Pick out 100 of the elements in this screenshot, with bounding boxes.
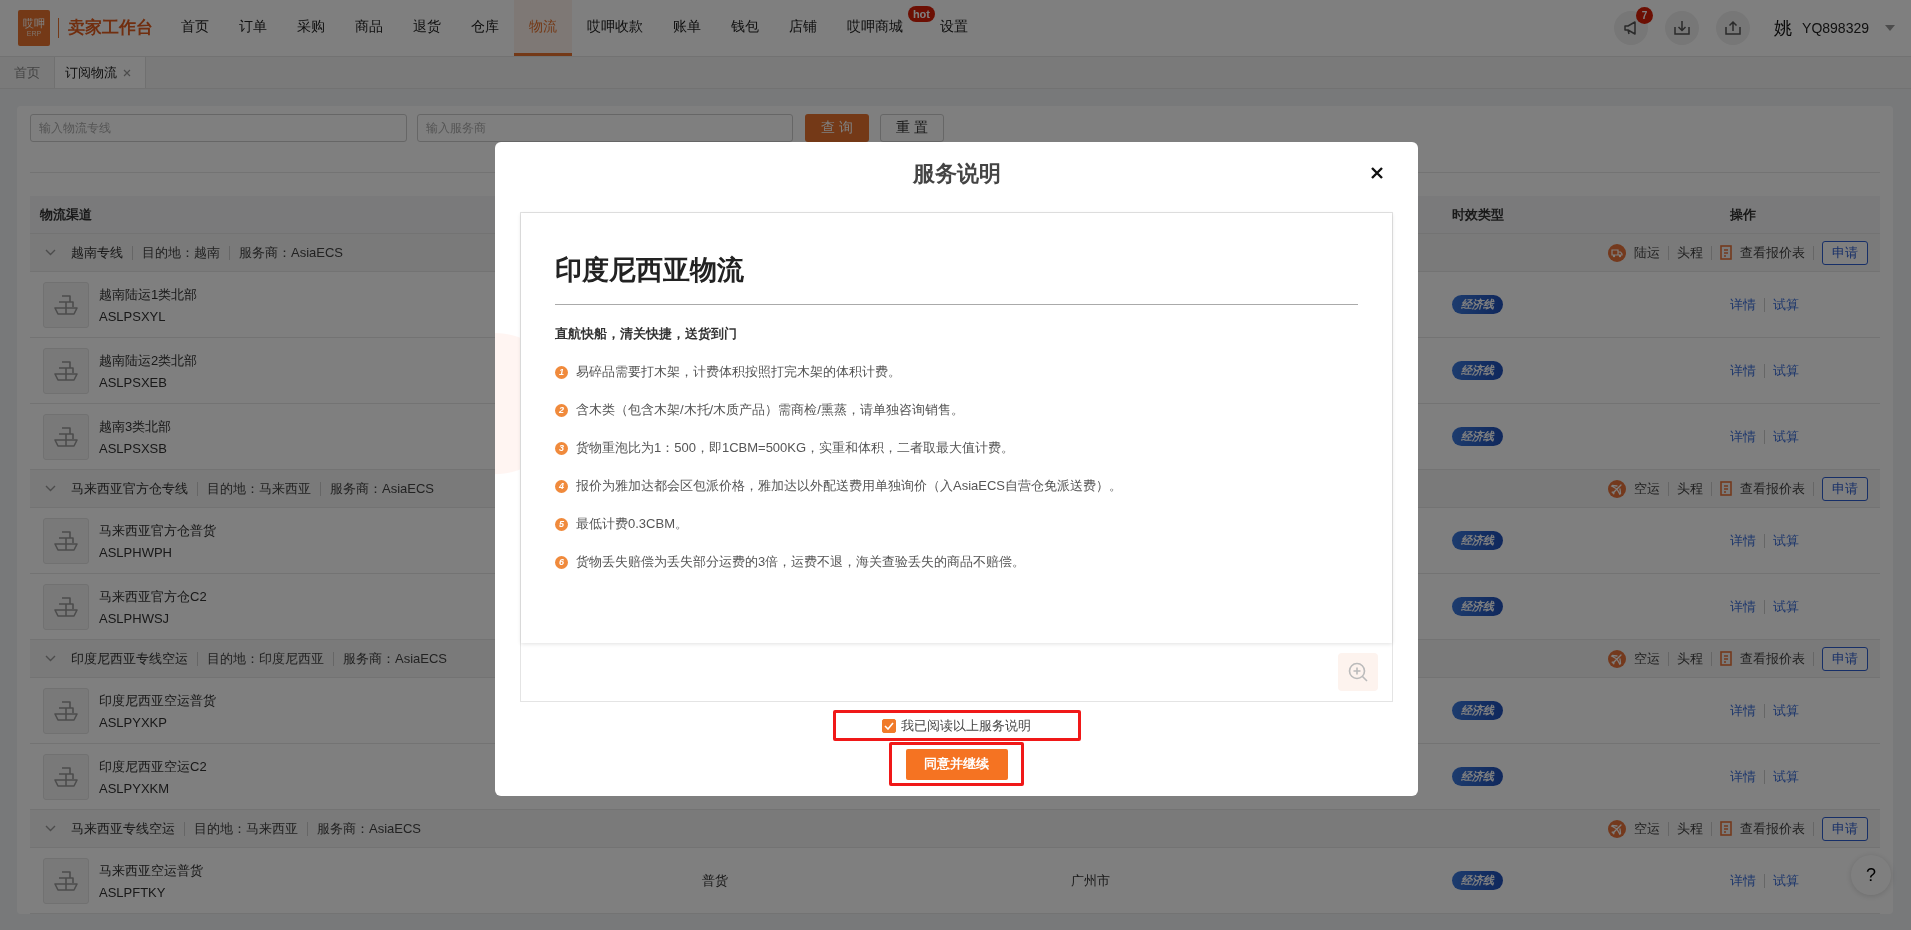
destination-label: 目的地：印度尼西亚 xyxy=(207,649,324,668)
action-link[interactable]: 详情 xyxy=(1730,295,1756,314)
channel-name: 印度尼西亚空运C2 xyxy=(99,757,207,776)
nav-tab[interactable]: 物流 xyxy=(514,0,572,56)
channel-code: ASLPYXKP xyxy=(99,714,168,730)
apply-button[interactable]: 申请 xyxy=(1822,646,1868,671)
action-link[interactable]: 试算 xyxy=(1773,597,1799,616)
nav-tab[interactable]: 哎呷收款 xyxy=(572,0,658,56)
channel-name: 马来西亚空运普货 xyxy=(99,861,203,880)
quote-link[interactable]: 查看报价表 xyxy=(1740,479,1805,498)
document-text: 易碎品需要打木架，计费体积按照打完木架的体积计费。 xyxy=(576,363,901,382)
economy-badge: 经济线 xyxy=(1452,295,1503,314)
notification-button[interactable] xyxy=(1614,11,1649,45)
document-text: 货物重泡比为1：500，即1CBM=500KG，实重和体积，二者取最大值计费。 xyxy=(576,439,1015,458)
action-link[interactable]: 详情 xyxy=(1730,597,1756,616)
chevron-icon[interactable] xyxy=(45,249,56,256)
action-link[interactable]: 详情 xyxy=(1730,531,1756,550)
document-icon xyxy=(1720,245,1732,260)
chevron-icon[interactable] xyxy=(45,655,56,662)
transport-label: 空运 xyxy=(1634,649,1660,668)
action-link[interactable]: 试算 xyxy=(1773,427,1799,446)
nav-tab[interactable]: 采购 xyxy=(282,0,340,56)
chevron-icon[interactable] xyxy=(45,825,56,832)
document-heading: 印度尼西亚物流 xyxy=(555,254,745,287)
number-badge: 5 xyxy=(555,517,568,531)
confirm-button[interactable]: 同意并继续 xyxy=(905,748,1008,780)
document-icon xyxy=(1720,821,1732,836)
airplane-icon xyxy=(1608,819,1626,838)
economy-badge: 经济线 xyxy=(1452,871,1503,890)
channel-code: ASLPHWPH xyxy=(99,544,173,560)
action-link[interactable]: 试算 xyxy=(1773,767,1799,786)
channel-code: ASLPYXKM xyxy=(99,780,171,796)
zoom-in-icon[interactable] xyxy=(1338,653,1378,691)
action-link[interactable]: 试算 xyxy=(1773,361,1799,380)
upload-button[interactable] xyxy=(1716,11,1751,45)
channel-name: 越南3类北部 xyxy=(99,417,172,436)
chevron-icon[interactable] xyxy=(45,485,56,492)
document-icon xyxy=(1720,651,1732,666)
dialog-title: 服务说明 xyxy=(912,160,1001,188)
nav-tab[interactable]: 商品 xyxy=(340,0,398,56)
reset-button[interactable]: 重 置 xyxy=(880,114,944,142)
economy-badge: 经济线 xyxy=(1452,767,1503,786)
number-badge: 3 xyxy=(555,441,568,455)
action-link[interactable]: 详情 xyxy=(1730,767,1756,786)
action-link[interactable]: 试算 xyxy=(1773,531,1799,550)
user-avatar[interactable]: 姚 xyxy=(1774,16,1793,40)
action-link[interactable]: 试算 xyxy=(1773,295,1799,314)
number-badge: 6 xyxy=(555,555,568,569)
action-link[interactable]: 详情 xyxy=(1730,361,1756,380)
leg-label: 头程 xyxy=(1677,819,1703,838)
quote-link[interactable]: 查看报价表 xyxy=(1740,649,1805,668)
document-tagline: 直航快船，清关快捷，送货到门 xyxy=(555,325,738,344)
nav-tab[interactable]: 退货 xyxy=(398,0,456,56)
number-badge: 1 xyxy=(555,365,568,379)
nav-tab[interactable]: 账单 xyxy=(658,0,716,56)
nav-tab[interactable]: 钱包 xyxy=(716,0,774,56)
nav-tab[interactable]: 店铺 xyxy=(774,0,832,56)
action-link[interactable]: 试算 xyxy=(1773,871,1799,890)
quote-link[interactable]: 查看报价表 xyxy=(1740,819,1805,838)
transport-label: 空运 xyxy=(1634,819,1660,838)
channel-name: 印度尼西亚空运普货 xyxy=(99,691,216,710)
channel-code: ASLPSXEB xyxy=(99,374,168,390)
apply-button[interactable]: 申请 xyxy=(1822,476,1868,501)
channel-code: ASLPSXYL xyxy=(99,308,167,324)
channel-code: ASLPFTKY xyxy=(99,884,167,900)
provider-label: 服务商：AsiaECS xyxy=(343,649,448,668)
economy-badge: 经济线 xyxy=(1452,531,1503,550)
nav-tab[interactable]: 首页 xyxy=(166,0,224,56)
table-cell: 普货 xyxy=(702,872,728,888)
leg-label: 头程 xyxy=(1677,479,1703,498)
channel-name: 越南陆运2类北部 xyxy=(99,351,198,370)
quote-link[interactable]: 查看报价表 xyxy=(1740,243,1805,262)
group-name: 马来西亚专线空运 xyxy=(71,819,175,838)
transport-label: 陆运 xyxy=(1634,243,1660,262)
provider-label: 服务商：AsiaECS xyxy=(330,479,435,498)
action-link[interactable]: 试算 xyxy=(1773,701,1799,720)
action-link[interactable]: 详情 xyxy=(1730,701,1756,720)
search-button[interactable]: 查 询 xyxy=(805,114,869,142)
nav-tab[interactable]: 仓库 xyxy=(456,0,514,56)
group-name: 越南专线 xyxy=(71,243,123,262)
action-link[interactable]: 详情 xyxy=(1730,427,1756,446)
checkbox[interactable] xyxy=(882,718,896,733)
nav-tab[interactable]: 订单 xyxy=(224,0,282,56)
caret-icon[interactable] xyxy=(1885,25,1895,31)
close-icon[interactable] xyxy=(1370,166,1384,180)
apply-button[interactable]: 申请 xyxy=(1822,240,1868,265)
nav-tab[interactable]: 哎呷商城 xyxy=(832,0,909,56)
number-badge: 4 xyxy=(555,479,568,493)
destination-label: 目的地：越南 xyxy=(142,243,220,262)
leg-label: 头程 xyxy=(1677,243,1703,262)
action-link[interactable]: 详情 xyxy=(1730,871,1756,890)
economy-badge: 经济线 xyxy=(1452,361,1503,380)
channel-name: 马来西亚官方仓普货 xyxy=(99,521,216,540)
page-tab[interactable]: 订阅物流 xyxy=(55,57,146,88)
apply-button[interactable]: 申请 xyxy=(1822,816,1868,841)
download-button[interactable] xyxy=(1665,11,1700,45)
column-header: 物流渠道 xyxy=(39,205,93,224)
username[interactable]: YQ898329 xyxy=(1802,20,1869,36)
column-header: 操作 xyxy=(1729,205,1757,224)
economy-badge: 经济线 xyxy=(1452,701,1503,720)
